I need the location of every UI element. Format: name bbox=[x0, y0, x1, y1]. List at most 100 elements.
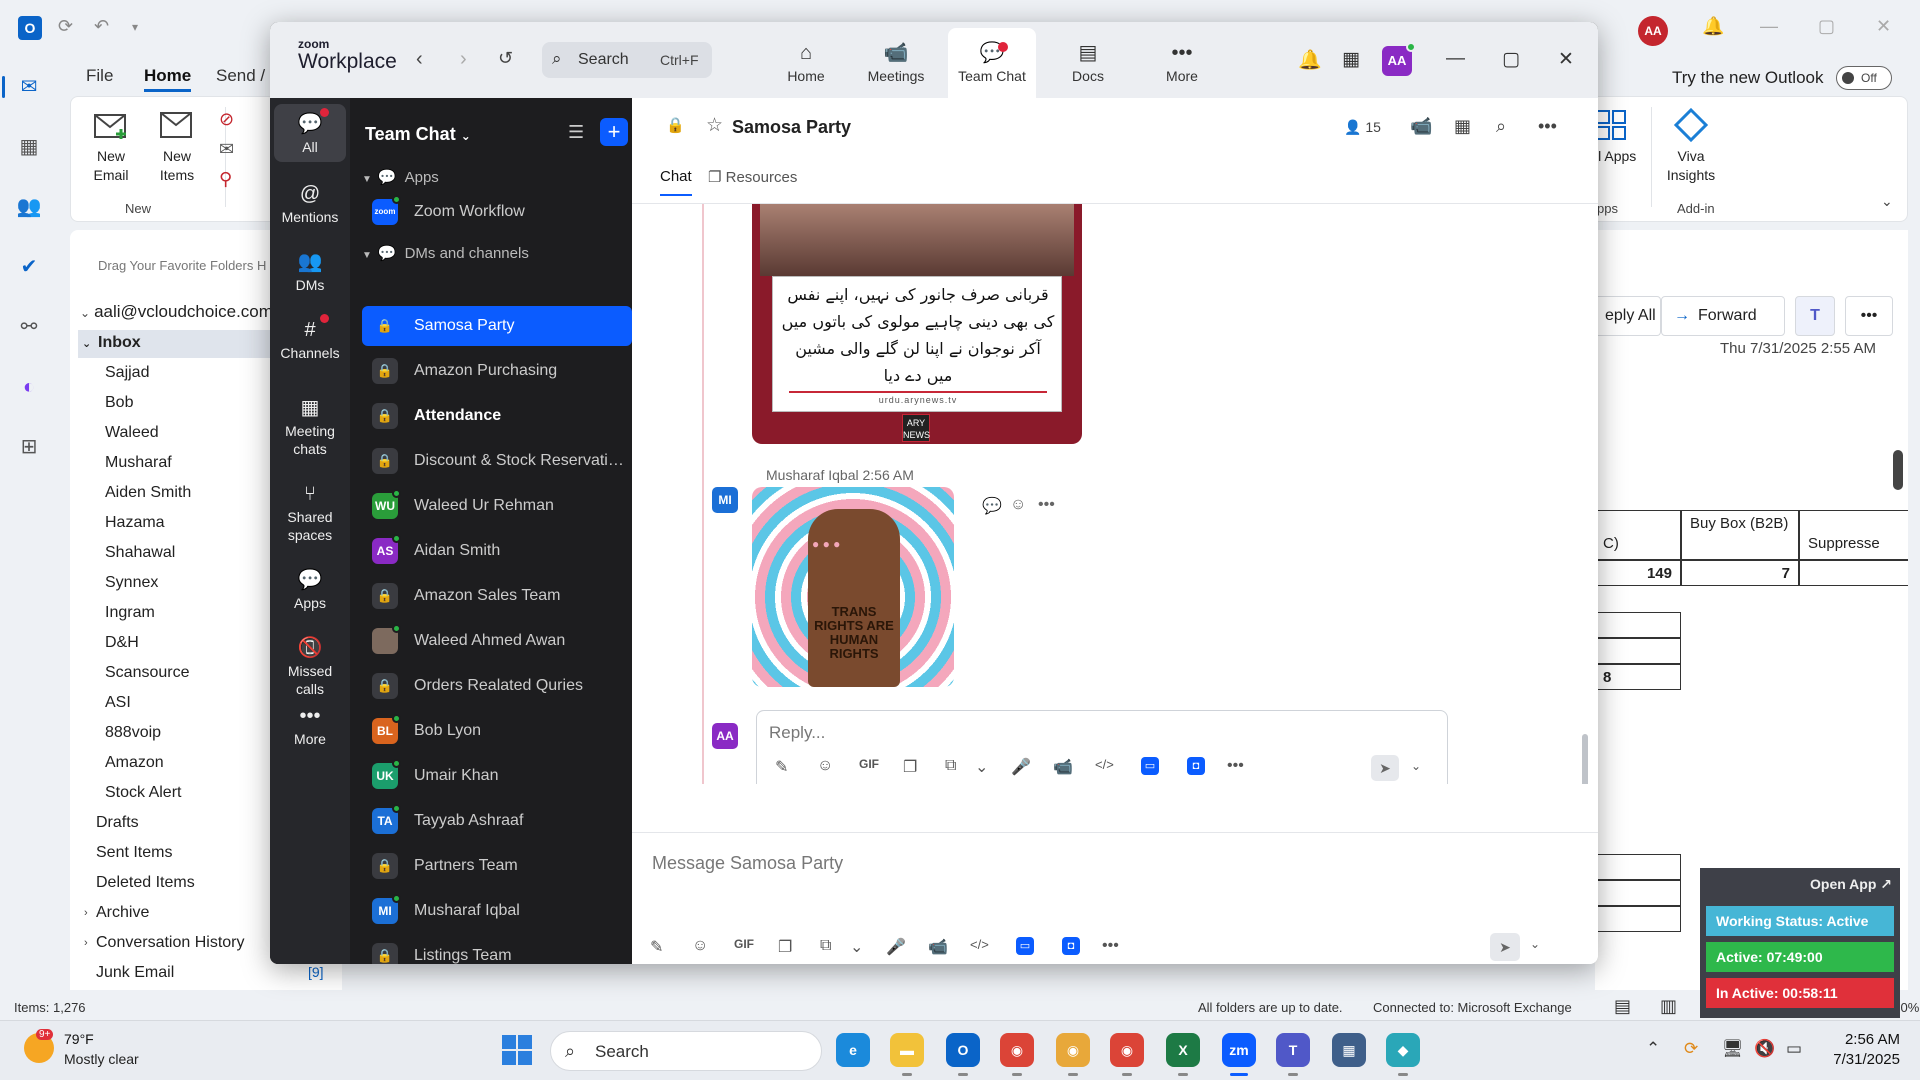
folder-item[interactable]: ASI bbox=[105, 694, 131, 712]
org-icon[interactable]: ⚯ bbox=[14, 312, 44, 342]
members-button[interactable]: 👤 15 bbox=[1344, 119, 1381, 136]
search-icon[interactable]: ⌕ bbox=[1496, 116, 1506, 137]
list-item[interactable]: 🔒 Attendance bbox=[362, 396, 632, 436]
code-icon[interactable]: </> bbox=[970, 937, 989, 952]
reply-input[interactable]: Reply... ✎ ☺ GIF ❐ ⧉ ⌄ 🎤 📹 </> ▭ ◘ ••• ➤ ⌄ bbox=[756, 710, 1448, 784]
compose-input[interactable]: Message Samosa Party bbox=[652, 853, 843, 874]
section-apps[interactable]: ▼ 💬 Apps bbox=[362, 168, 439, 186]
speaker-muted-icon[interactable]: 🔇 bbox=[1754, 1039, 1775, 1059]
send-options-icon[interactable]: ⌄ bbox=[1411, 759, 1421, 773]
file-explorer-icon[interactable]: ▬ bbox=[890, 1033, 924, 1076]
rail-shared-spaces[interactable]: ⑂ Shared spaces bbox=[274, 474, 346, 550]
rail-meeting-chats[interactable]: ▦ Meeting chats bbox=[274, 388, 346, 464]
list-item[interactable]: 🔒 Amazon Purchasing bbox=[362, 351, 632, 391]
code-icon[interactable]: </> bbox=[1095, 757, 1114, 772]
maximize-icon[interactable]: ▢ bbox=[1502, 48, 1520, 71]
reading-view-icon[interactable]: ▥ bbox=[1660, 996, 1677, 1017]
chevron-down-icon[interactable]: ⌄ bbox=[850, 937, 863, 957]
more-icon[interactable]: ••• bbox=[1538, 116, 1557, 137]
copilot-icon[interactable]: ◐ bbox=[14, 372, 44, 402]
tab-resources[interactable]: ❐ Resources bbox=[708, 168, 797, 186]
new-items-button[interactable]: New Items bbox=[147, 107, 207, 185]
thread-scrollbar[interactable] bbox=[1582, 734, 1588, 784]
folder-item[interactable]: › Conversation History bbox=[84, 934, 245, 952]
folder-item[interactable]: Shahawal bbox=[105, 544, 175, 562]
list-item[interactable]: 🔒 Partners Team bbox=[362, 846, 632, 886]
list-item[interactable]: MI Musharaf Iqbal bbox=[362, 891, 632, 931]
excel-icon[interactable]: X bbox=[1166, 1033, 1200, 1076]
more-actions-button[interactable]: ••• bbox=[1845, 296, 1893, 336]
open-app-link[interactable]: Open App ↗ bbox=[1810, 876, 1892, 893]
rail-more[interactable]: ••• More bbox=[274, 696, 346, 754]
teams-share-button[interactable]: T bbox=[1795, 296, 1835, 336]
sync-tray-icon[interactable]: ⟳ bbox=[1684, 1039, 1698, 1059]
rail-mentions[interactable]: @ Mentions bbox=[274, 174, 346, 232]
ignore-icon[interactable]: ⊘ bbox=[219, 109, 234, 130]
tab-home[interactable]: ⌂ Home bbox=[762, 28, 850, 98]
tab-meetings[interactable]: 📹 Meetings bbox=[852, 28, 940, 98]
folder-item[interactable]: Synnex bbox=[105, 574, 158, 592]
calendar-icon[interactable]: ▦ bbox=[1454, 116, 1471, 137]
list-item[interactable]: 🔒 Discount & Stock Reservatio... bbox=[362, 441, 632, 481]
reply-all-button[interactable]: eply All bbox=[1595, 296, 1661, 336]
more-icon[interactable]: ••• bbox=[1038, 496, 1055, 514]
teams-icon[interactable]: T bbox=[1276, 1033, 1310, 1076]
app-blue-icon[interactable]: ▭ bbox=[1016, 937, 1034, 955]
viva-insights-button[interactable]: Viva Insights bbox=[1661, 107, 1721, 185]
more-icon[interactable]: ••• bbox=[1227, 757, 1244, 775]
send-button[interactable]: ➤ bbox=[1371, 755, 1399, 781]
list-item[interactable]: 🔒 Orders Realated Quries bbox=[362, 666, 632, 706]
zoom-search[interactable]: ⌕ Search Ctrl+F bbox=[542, 42, 712, 78]
app-blue-icon[interactable]: ◘ bbox=[1062, 937, 1080, 955]
help-icon[interactable]: 🔔 bbox=[1702, 16, 1724, 37]
format-icon[interactable]: ✎ bbox=[650, 937, 663, 957]
tab-chat[interactable]: Chat bbox=[660, 168, 692, 196]
video-icon[interactable]: 📹 bbox=[1410, 116, 1432, 137]
back-icon[interactable]: ‹ bbox=[416, 48, 423, 71]
send-options-icon[interactable]: ⌄ bbox=[1530, 937, 1540, 951]
restore-icon[interactable]: ▢ bbox=[1818, 16, 1835, 37]
app-blue-icon[interactable]: ▭ bbox=[1141, 757, 1159, 775]
tab-team-chat[interactable]: 💬 Team Chat bbox=[948, 28, 1036, 98]
folder-item[interactable]: Stock Alert bbox=[105, 784, 181, 802]
new-chat-button[interactable]: + bbox=[600, 118, 628, 146]
zoom-user-avatar[interactable]: AA bbox=[1382, 42, 1416, 76]
add-reaction-icon[interactable]: ☺ bbox=[1010, 496, 1026, 514]
sender-name[interactable]: Musharaf Iqbal bbox=[766, 467, 859, 483]
reading-scrollbar[interactable] bbox=[1893, 450, 1903, 490]
file-icon[interactable]: ❐ bbox=[903, 757, 917, 777]
folder-item[interactable]: 888voip bbox=[105, 724, 161, 742]
forward-icon[interactable]: › bbox=[460, 48, 467, 71]
start-button[interactable] bbox=[502, 1035, 532, 1065]
todo-icon[interactable]: ✔ bbox=[14, 252, 44, 282]
ribbon-collapse-icon[interactable]: ⌄ bbox=[1881, 193, 1893, 210]
junk-icon[interactable]: ⚲ bbox=[219, 169, 232, 190]
new-outlook-toggle[interactable]: Off bbox=[1836, 66, 1892, 90]
emoji-icon[interactable]: ☺ bbox=[817, 757, 833, 775]
list-item[interactable]: 🔒 Samosa Party bbox=[362, 306, 632, 346]
taskbar-search[interactable]: ⌕ Search bbox=[550, 1031, 822, 1071]
folder-item[interactable]: Amazon bbox=[105, 754, 164, 772]
qat-dropdown-icon[interactable]: ▾ bbox=[132, 20, 138, 34]
list-item[interactable]: UK Umair Khan bbox=[362, 756, 632, 796]
outlook-icon[interactable]: O bbox=[946, 1033, 980, 1076]
chrome-profile-icon[interactable]: ◉ bbox=[1056, 1033, 1090, 1076]
list-item[interactable]: 🔒 Listings Team bbox=[362, 936, 632, 964]
folder-item[interactable]: Junk Email bbox=[96, 964, 174, 982]
rail-missed-calls[interactable]: 📵 Missed calls bbox=[274, 628, 346, 704]
folder-item[interactable]: Waleed bbox=[105, 424, 159, 442]
folder-item[interactable]: Musharaf bbox=[105, 454, 172, 472]
sync-icon[interactable]: ⟳ bbox=[58, 16, 73, 37]
minimize-icon[interactable]: — bbox=[1446, 48, 1465, 70]
minimize-icon[interactable]: — bbox=[1760, 16, 1778, 37]
zoom-icon[interactable]: zm bbox=[1222, 1033, 1256, 1076]
mic-icon[interactable]: 🎤 bbox=[886, 937, 906, 957]
screenshot-icon[interactable]: ⧉ bbox=[945, 757, 956, 775]
filter-icon[interactable]: ☰ bbox=[568, 122, 584, 143]
chrome-profile-icon[interactable]: ◉ bbox=[1110, 1033, 1144, 1076]
folder-item[interactable]: D&H bbox=[105, 634, 139, 652]
star-icon[interactable]: ☆ bbox=[706, 114, 723, 137]
calendar-icon[interactable]: ▦ bbox=[14, 132, 44, 162]
emoji-icon[interactable]: ☺ bbox=[692, 937, 708, 955]
outlook-user-avatar[interactable]: AA bbox=[1638, 16, 1668, 46]
